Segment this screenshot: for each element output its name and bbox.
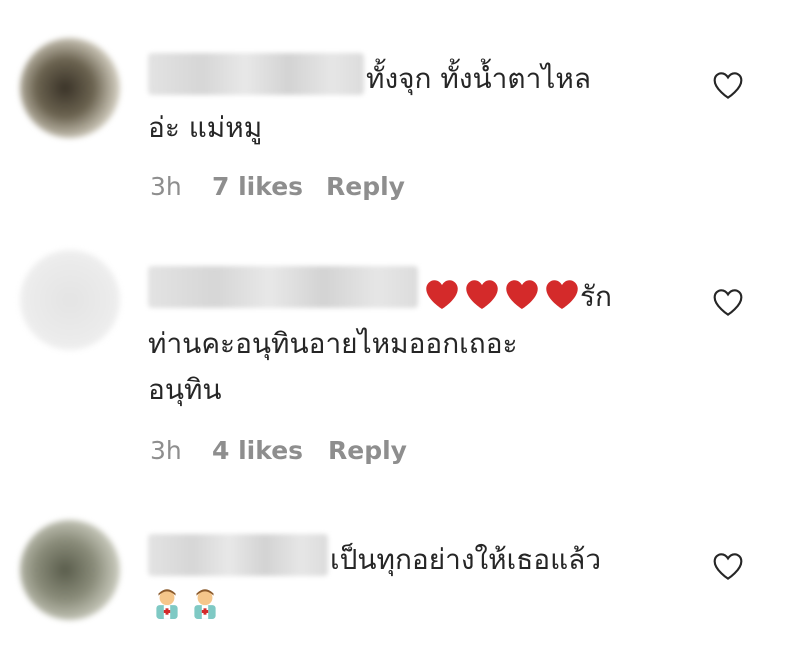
red-heart-emoji-icon	[466, 280, 498, 309]
avatar[interactable]	[20, 520, 120, 620]
health-worker-emoji-icon	[194, 589, 216, 619]
health-worker-emoji-icon	[156, 589, 178, 619]
emoji-row	[150, 586, 226, 621]
likes-count[interactable]: 7 likes	[212, 172, 303, 201]
red-heart-emoji-icon	[426, 280, 458, 309]
red-heart-emoji-group	[424, 277, 580, 313]
red-heart-emoji-icon	[506, 280, 538, 309]
comment-meta: 3h 7 likes Reply	[148, 172, 548, 206]
timestamp: 3h	[150, 436, 182, 465]
comment-text: เป็นทุกอย่างให้เธอแล้ว	[330, 543, 602, 576]
timestamp: 3h	[150, 172, 182, 201]
red-heart-emoji-icon	[546, 280, 578, 309]
comment-text: ทั้งจุก ทั้งน้ำตาไหล	[366, 62, 591, 95]
heart-outline-icon[interactable]	[712, 287, 744, 317]
reply-button[interactable]: Reply	[328, 436, 407, 465]
heart-outline-icon[interactable]	[712, 70, 744, 100]
likes-count[interactable]: 4 likes	[212, 436, 303, 465]
comment-text: อ่ะ แม่หมู	[148, 111, 263, 144]
comment-meta: 3h 4 likes Reply	[148, 436, 548, 470]
reply-button[interactable]: Reply	[326, 172, 405, 201]
comment-text: ท่านคะอนุทินอายไหมออกเถอะ	[148, 327, 518, 360]
comment-text: รัก	[424, 275, 612, 319]
avatar[interactable]	[20, 250, 120, 350]
comment-text: รัก	[580, 280, 612, 313]
comment-text: อนุทิน	[148, 373, 222, 406]
heart-outline-icon[interactable]	[712, 551, 744, 581]
username-blurred[interactable]	[148, 534, 328, 576]
username-blurred[interactable]	[148, 53, 364, 95]
avatar[interactable]	[20, 38, 120, 138]
username-blurred[interactable]	[148, 266, 418, 308]
